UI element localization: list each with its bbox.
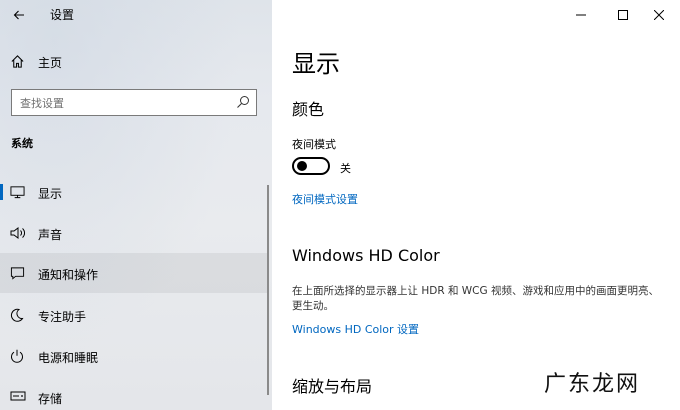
section-title: 系统 <box>11 137 33 150</box>
hdr-description: 在上面所选择的显示器上让 HDR 和 WCG 视频、游戏和应用中的画面更明亮、更… <box>292 285 659 312</box>
close-icon <box>654 10 664 20</box>
color-section-heading: 颜色 <box>292 100 325 119</box>
toggle-state-text: 关 <box>340 162 351 175</box>
home-icon <box>11 55 24 68</box>
power-icon <box>11 349 23 363</box>
page-title: 显示 <box>292 50 340 78</box>
maximize-icon <box>618 10 628 20</box>
back-arrow-icon <box>13 10 24 20</box>
selection-indicator <box>0 184 3 200</box>
sidebar-item-power-sleep[interactable]: 电源和睡眠 <box>0 336 268 376</box>
sidebar-item-label: 声音 <box>38 228 63 242</box>
monitor-icon <box>10 186 25 199</box>
toggle-knob <box>297 161 307 171</box>
sidebar-item-label: 存储 <box>38 392 63 406</box>
sidebar-item-label: 通知和操作 <box>38 268 99 282</box>
sidebar-item-label: 专注助手 <box>38 310 87 324</box>
sidebar-item-display[interactable]: 显示 <box>0 172 268 212</box>
minimize-icon <box>576 14 586 16</box>
hdr-settings-link[interactable]: Windows HD Color 设置 <box>292 321 419 337</box>
search-box[interactable] <box>11 89 257 116</box>
night-light-settings-link[interactable]: 夜间模式设置 <box>292 191 358 207</box>
hdr-section-heading: Windows HD Color <box>292 246 440 265</box>
sidebar-item-sound[interactable]: 声音 <box>0 213 268 253</box>
notification-icon <box>10 267 25 280</box>
settings-sidebar: 设置 主页 系统 显示 声音 通知和操作 <box>0 0 272 410</box>
minimize-button[interactable] <box>558 0 604 30</box>
search-input[interactable] <box>20 94 220 112</box>
app-title: 设置 <box>50 8 75 22</box>
home-label: 主页 <box>38 56 63 70</box>
speaker-icon <box>10 227 25 239</box>
sidebar-item-focus-assist[interactable]: 专注助手 <box>0 295 268 335</box>
sidebar-scrollbar[interactable] <box>267 185 269 395</box>
content-pane: 显示 颜色 夜间模式 关 夜间模式设置 Windows HD Color 在上面… <box>272 0 680 410</box>
close-button[interactable] <box>636 0 680 30</box>
night-light-toggle[interactable] <box>292 157 330 175</box>
sidebar-item-label: 显示 <box>38 187 63 201</box>
storage-icon <box>10 391 26 401</box>
home-nav-item[interactable]: 主页 <box>0 48 272 76</box>
moon-icon <box>10 308 24 322</box>
scale-section-heading: 缩放与布局 <box>292 377 373 396</box>
watermark-text: 广东龙网 <box>543 372 640 397</box>
sidebar-item-notifications[interactable]: 通知和操作 <box>0 253 268 293</box>
sidebar-item-label: 电源和睡眠 <box>38 351 99 365</box>
search-icon <box>237 96 249 108</box>
back-button[interactable] <box>6 2 32 28</box>
night-light-label: 夜间模式 <box>292 138 336 151</box>
title-bar: 设置 <box>0 0 272 30</box>
sidebar-item-storage[interactable]: 存储 <box>0 377 268 410</box>
